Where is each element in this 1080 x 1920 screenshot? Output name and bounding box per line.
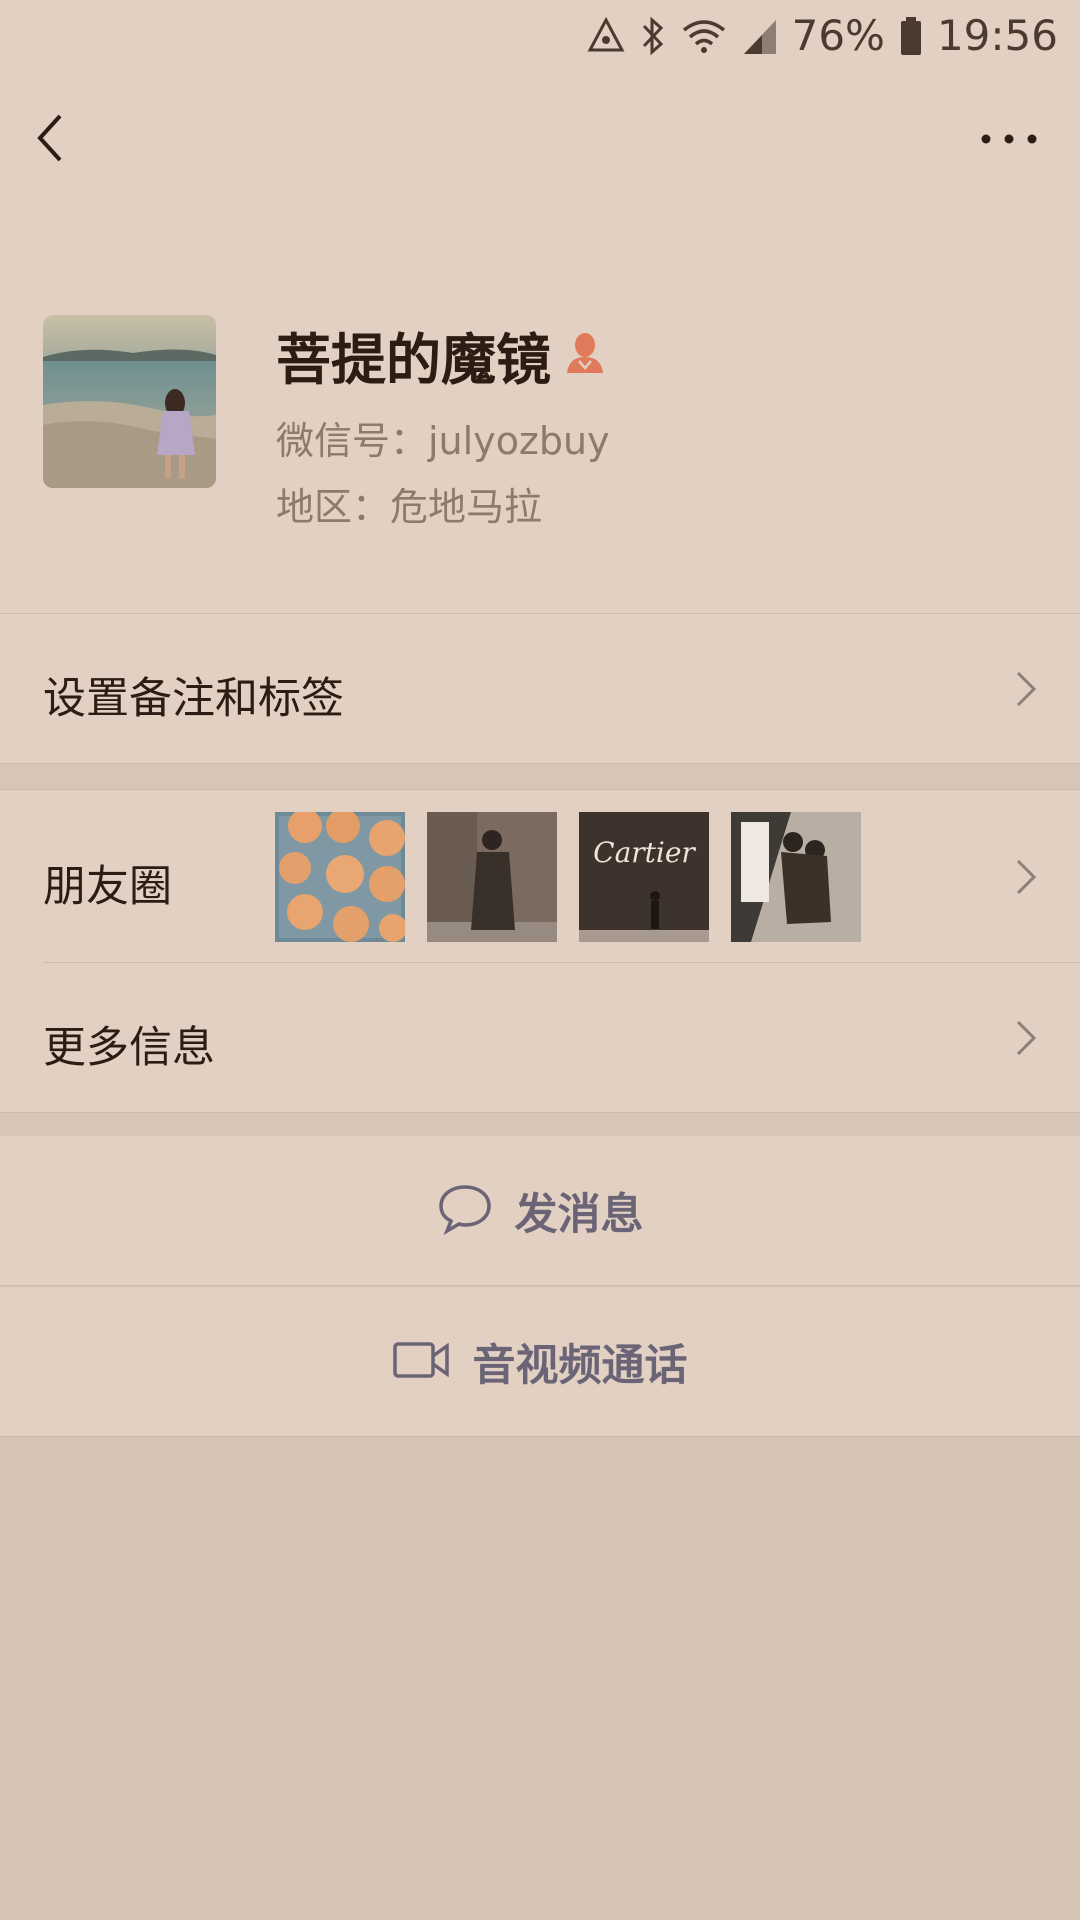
contact-name: 菩提的魔镜 [276,328,552,392]
more-dots-icon [981,134,1037,144]
region: 地区：危地马拉 [276,485,543,529]
send-message-button[interactable]: 发消息 [0,1136,1080,1286]
chevron-right-icon [1016,671,1037,707]
battery-percentage: 76% [791,11,885,60]
remark-label: 设置备注和标签 [43,674,344,724]
video-call-button[interactable]: 音视频通话 [0,1287,1080,1437]
more-info-label: 更多信息 [43,1023,215,1073]
section-gap [0,1114,1080,1136]
back-button[interactable] [30,108,78,168]
chat-bubble-icon [437,1183,493,1239]
more-button[interactable] [974,124,1044,154]
moments-thumbnail [427,812,557,942]
avatar[interactable] [43,315,216,488]
more-info-row[interactable]: 更多信息 [0,963,1080,1113]
clock: 19:56 [936,11,1058,60]
video-camera-icon [392,1340,451,1384]
wechat-id: 微信号：julyozbuy [276,419,610,463]
bluetooth-icon [640,15,666,57]
moments-thumbnail [731,812,861,942]
top-bar [0,72,1080,200]
section-gap [0,765,1080,789]
female-user-icon [565,331,605,379]
wifi-icon [680,16,728,56]
profile-header: 菩提的魔镜 微信号：julyozbuy 地区：危地马拉 [0,200,1080,614]
chevron-right-icon [1016,1020,1037,1056]
moments-label: 朋友圈 [43,862,172,912]
video-call-label: 音视频通话 [472,1340,688,1391]
status-icons: 76% 19:56 [586,12,1058,60]
chevron-left-icon [37,114,62,162]
cartier-logo-text: Cartier [593,836,696,869]
moments-thumbnail [275,812,405,942]
moments-row[interactable]: 朋友圈 Cartier [0,789,1080,963]
remark-and-tags-row[interactable]: 设置备注和标签 [0,614,1080,764]
nfc-icon [586,16,626,56]
status-bar: 76% 19:56 [0,0,1080,72]
moments-thumbnail: Cartier [579,812,709,942]
name-row: 菩提的魔镜 [276,320,605,392]
send-message-label: 发消息 [514,1189,644,1240]
chevron-right-icon [1016,859,1037,895]
contact-profile-page: 76% 19:56 菩提的魔镜 微信号：julyozbuy 地区：危地马拉 设置… [0,0,1080,1920]
battery-icon [899,16,923,56]
signal-icon [742,16,778,56]
